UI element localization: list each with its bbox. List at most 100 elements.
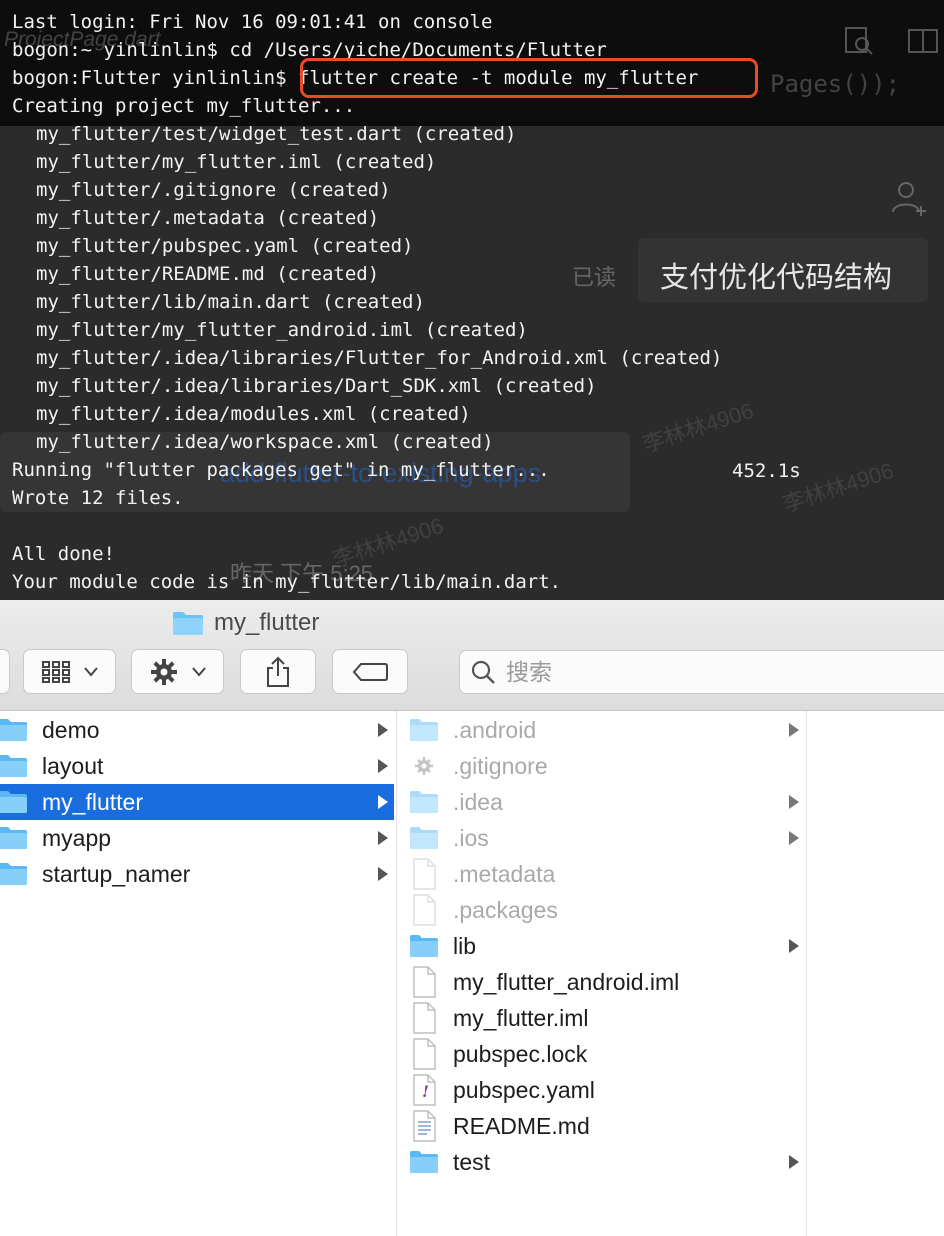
folder-row[interactable]: .ios	[397, 820, 807, 856]
terminal-line: my_flutter/pubspec.yaml (created)	[36, 235, 414, 257]
search-input[interactable]	[504, 657, 908, 687]
terminal-line: my_flutter/README.md (created)	[36, 263, 380, 285]
item-name: pubspec.yaml	[453, 1076, 595, 1103]
item-name: startup_namer	[42, 860, 191, 887]
terminal-line: Your module code is in my_flutter/lib/ma…	[12, 571, 562, 593]
search-field[interactable]	[459, 650, 944, 694]
document-icon	[413, 1038, 436, 1070]
share-icon	[267, 656, 289, 687]
folder-icon	[410, 935, 438, 957]
tag-icon	[352, 662, 388, 681]
finder-column-empty[interactable]	[806, 711, 944, 1236]
file-row[interactable]: my_flutter.iml	[397, 1000, 807, 1036]
folder-icon	[410, 719, 438, 741]
file-row[interactable]: .metadata	[397, 856, 807, 892]
disclosure-arrow-icon[interactable]	[789, 1155, 799, 1169]
terminal-line: my_flutter/.idea/modules.xml (created)	[36, 403, 471, 425]
svg-text:!: !	[422, 1082, 429, 1101]
disclosure-arrow-icon[interactable]	[378, 831, 388, 845]
folder-icon	[0, 719, 27, 741]
terminal-line: Wrote 12 files.	[12, 487, 184, 509]
folder-row[interactable]: startup_namer	[0, 856, 394, 892]
file-row[interactable]: README.md	[397, 1108, 807, 1144]
share-button[interactable]	[240, 649, 316, 694]
folder-icon	[410, 827, 438, 849]
folder-icon	[0, 755, 27, 777]
window-title: my_flutter	[172, 608, 319, 638]
disclosure-arrow-icon[interactable]	[789, 831, 799, 845]
item-name: layout	[42, 752, 104, 779]
elapsed-time: 452.1s	[732, 460, 801, 482]
finder-column-contents[interactable]: .android .gitignore .idea .ios .metadata .pac…	[396, 711, 807, 1236]
folder-icon	[173, 612, 203, 635]
item-name: .idea	[453, 788, 503, 815]
file-row[interactable]: pubspec.lock	[397, 1036, 807, 1072]
back-button[interactable]	[0, 649, 10, 694]
item-name: .packages	[453, 896, 558, 923]
item-name: my_flutter_android.iml	[453, 968, 680, 995]
text-file-icon	[413, 1110, 436, 1142]
folder-row[interactable]: .idea	[397, 784, 807, 820]
document-icon	[413, 966, 436, 998]
settings-file-icon	[415, 757, 433, 775]
gear-icon	[150, 658, 177, 685]
disclosure-arrow-icon[interactable]	[378, 759, 388, 773]
finder-window[interactable]: my_flutter 搜索 demo layout my_flutter mya…	[0, 600, 944, 1236]
folder-row[interactable]: lib	[397, 928, 807, 964]
folder-icon	[0, 827, 27, 849]
terminal-line: my_flutter/.idea/libraries/Flutter_for_A…	[36, 347, 723, 369]
folder-row[interactable]: test	[397, 1144, 807, 1180]
folder-row[interactable]: layout	[0, 748, 394, 784]
add-user-icon	[892, 182, 926, 216]
terminal-line: my_flutter/.metadata (created)	[36, 207, 380, 229]
item-name: myapp	[42, 824, 112, 851]
terminal-line: my_flutter/.idea/workspace.xml (created)	[36, 431, 494, 453]
terminal-line: my_flutter/my_flutter.iml (created)	[36, 151, 437, 173]
item-name: .android	[453, 716, 537, 743]
grid-icon	[41, 660, 70, 683]
item-name: .ios	[453, 824, 489, 851]
document-icon	[413, 1002, 436, 1034]
terminal-line: my_flutter/lib/main.dart (created)	[36, 291, 425, 313]
disclosure-arrow-icon[interactable]	[789, 795, 799, 809]
file-row[interactable]: my_flutter_android.iml	[397, 964, 807, 1000]
finder-column-parent[interactable]: demo layout my_fluttermyapp startup_namer	[0, 711, 394, 1236]
document-icon	[413, 858, 436, 890]
file-row[interactable]: ! pubspec.yaml	[397, 1072, 807, 1108]
folder-row[interactable]: demo	[0, 712, 394, 748]
disclosure-arrow-icon[interactable]	[378, 867, 388, 881]
view-options-button[interactable]	[23, 649, 116, 694]
folder-icon	[0, 791, 27, 813]
disclosure-arrow-icon[interactable]	[789, 939, 799, 953]
folder-icon	[410, 791, 438, 813]
folder-row[interactable]: my_flutter	[0, 784, 394, 820]
action-menu-button[interactable]	[131, 649, 224, 694]
command-highlight-box	[300, 58, 758, 98]
item-name: .metadata	[453, 860, 556, 887]
file-row[interactable]: .gitignore	[397, 748, 807, 784]
item-name: README.md	[453, 1112, 590, 1139]
terminal-line: my_flutter/.idea/libraries/Dart_SDK.xml …	[36, 375, 597, 397]
folder-icon	[0, 863, 27, 885]
terminal-line: my_flutter/.gitignore (created)	[36, 179, 391, 201]
search-icon	[471, 660, 495, 684]
folder-icon	[410, 1151, 438, 1173]
folder-row[interactable]: myapp	[0, 820, 394, 856]
terminal-line: Last login: Fri Nov 16 09:01:41 on conso…	[12, 11, 493, 33]
terminal-line: my_flutter/test/widget_test.dart (create…	[36, 123, 517, 145]
terminal-line: my_flutter/my_flutter_android.iml (creat…	[36, 319, 528, 341]
terminal-window[interactable]: ProjectPage.dart Pages()); 已读 支付优化代码结构 a…	[0, 0, 944, 600]
disclosure-arrow-icon[interactable]	[789, 723, 799, 737]
item-name: lib	[453, 932, 477, 959]
window-title-text: my_flutter	[214, 609, 320, 636]
item-name: .gitignore	[453, 752, 548, 779]
disclosure-arrow-icon[interactable]	[378, 795, 388, 809]
disclosure-arrow-icon[interactable]	[378, 723, 388, 737]
item-name: pubspec.lock	[453, 1040, 588, 1067]
folder-row[interactable]: .android	[397, 712, 807, 748]
file-row[interactable]: .packages	[397, 892, 807, 928]
tags-button[interactable]	[332, 649, 408, 694]
item-name: my_flutter.iml	[453, 1004, 589, 1031]
item-name: my_flutter	[42, 788, 143, 815]
